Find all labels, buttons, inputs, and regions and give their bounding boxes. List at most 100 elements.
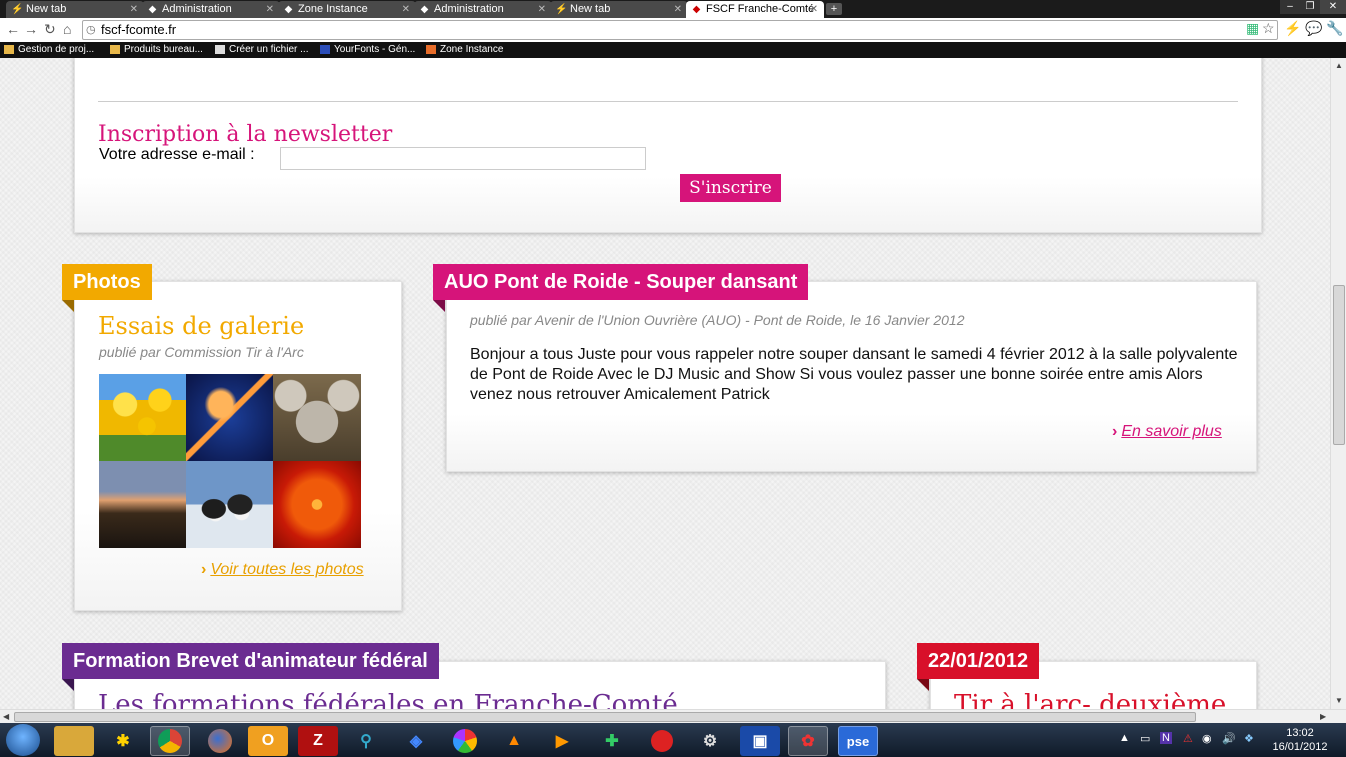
new-tab-button[interactable]: + <box>826 3 842 15</box>
dropbox-icon[interactable]: ❖ <box>1244 732 1254 745</box>
app-icon[interactable]: ▣ <box>740 726 780 756</box>
bookmark-item[interactable]: Produits bureau... <box>110 42 203 58</box>
photo-thumbnail-chrysanthemum[interactable] <box>273 461 361 548</box>
picasa-logo-icon <box>453 729 477 753</box>
close-tab-icon[interactable]: ✕ <box>810 1 818 18</box>
bookmarks-bar: Gestion de proj... Produits bureau... Cr… <box>0 42 1346 58</box>
chrome-icon[interactable] <box>150 726 190 756</box>
volume-icon[interactable]: 🔊 <box>1222 732 1236 745</box>
outlook-icon[interactable]: O <box>248 726 288 756</box>
picasa-icon[interactable] <box>445 726 485 756</box>
document-icon <box>215 45 225 54</box>
gallery-byline: publié par Commission Tir à l'Arc <box>99 344 304 360</box>
scroll-down-icon[interactable]: ▼ <box>1335 696 1343 705</box>
app-icon[interactable]: ✚ <box>592 726 632 756</box>
photos-ribbon: Photos <box>62 264 152 300</box>
home-icon[interactable]: ⌂ <box>63 21 71 37</box>
event-title[interactable]: Tir à l'arc- deuxième <box>954 690 1226 709</box>
photo-grid <box>99 374 361 548</box>
bookmark-item[interactable]: Zone Instance <box>426 42 503 58</box>
media-player-icon[interactable]: ▶ <box>542 726 582 756</box>
ribbon-fold <box>917 679 929 691</box>
antivirus-icon[interactable]: ⚠ <box>1183 732 1193 745</box>
chevron-right-icon: › <box>201 561 207 578</box>
close-tab-icon[interactable]: ✕ <box>266 1 274 18</box>
close-tab-icon[interactable]: ✕ <box>674 1 682 18</box>
ribbon-fold <box>433 300 445 312</box>
firefox-icon[interactable] <box>200 726 240 756</box>
email-field[interactable] <box>280 147 646 170</box>
back-arrow-icon[interactable]: ← <box>6 21 20 37</box>
chat-bubble-icon[interactable]: 💬 <box>1305 20 1322 37</box>
app-icon[interactable]: ⚙ <box>690 726 730 756</box>
photo-thumbnail-koala[interactable] <box>273 374 361 461</box>
app-icon[interactable]: ✿ <box>788 726 828 756</box>
tab-favicon-icon: ⚡ <box>555 4 568 15</box>
email-label: Votre adresse e-mail : <box>99 146 255 163</box>
formation-ribbon[interactable]: Formation Brevet d'animateur fédéral <box>62 643 439 679</box>
close-tab-icon[interactable]: ✕ <box>402 1 410 18</box>
restore-icon[interactable]: ❐ <box>1300 0 1320 14</box>
formation-title[interactable]: Les formations fédérales en Franche-Comt… <box>98 690 678 709</box>
forward-arrow-icon[interactable]: → <box>24 21 38 37</box>
read-more-link[interactable]: › En savoir plus <box>1112 423 1222 441</box>
article-byline: publié par Avenir de l'Union Ouvrière (A… <box>470 312 965 328</box>
network-icon[interactable]: ◉ <box>1202 732 1212 745</box>
close-tab-icon[interactable]: ✕ <box>538 1 546 18</box>
all-photos-link[interactable]: › Voir toutes les photos <box>201 561 364 579</box>
horizontal-scrollbar[interactable]: ◀ ▶ <box>0 709 1346 723</box>
system-clock[interactable]: 13:02 16/01/2012 <box>1270 726 1330 754</box>
app-icon[interactable] <box>642 726 682 756</box>
reload-icon[interactable]: ↻ <box>44 21 56 38</box>
translate-icon[interactable]: ▦ <box>1246 20 1259 37</box>
divider <box>98 101 1238 102</box>
browser-tab[interactable]: ⚡ New tab ✕ <box>550 1 688 18</box>
folder-icon <box>4 45 14 54</box>
close-tab-icon[interactable]: ✕ <box>130 1 138 18</box>
vlc-icon[interactable]: ▲ <box>494 726 534 756</box>
bookmark-item[interactable]: Gestion de proj... <box>4 42 94 58</box>
browser-tab[interactable]: ◆ Zone Instance ✕ <box>278 1 416 18</box>
bookmark-item[interactable]: YourFonts - Gén... <box>320 42 415 58</box>
photo-thumbnail-penguins[interactable] <box>186 461 273 548</box>
scroll-left-icon[interactable]: ◀ <box>3 712 9 721</box>
browser-tab[interactable]: ⚡ New tab ✕ <box>6 1 144 18</box>
app-icon[interactable]: ⚲ <box>346 726 386 756</box>
paint-icon[interactable]: ✱ <box>103 726 143 756</box>
photoshop-elements-icon[interactable]: pse <box>838 726 878 756</box>
onenote-icon[interactable]: N <box>1160 732 1172 744</box>
newsletter-title: Inscription à la newsletter <box>98 122 393 147</box>
tray-icon[interactable]: ▭ <box>1140 732 1150 745</box>
bookmark-star-icon[interactable]: ☆ <box>1262 20 1275 37</box>
photo-thumbnail-tulips[interactable] <box>99 374 186 461</box>
filezilla-icon[interactable]: Z <box>298 726 338 756</box>
browser-tab-active[interactable]: ◆ FSCF Franche-Comté ✕ <box>686 1 824 18</box>
horizontal-scroll-thumb[interactable] <box>14 712 1196 722</box>
scroll-right-icon[interactable]: ▶ <box>1320 712 1326 721</box>
scroll-up-icon[interactable]: ▲ <box>1335 61 1343 70</box>
extension-icon[interactable]: ⚡ <box>1284 20 1301 37</box>
ribbon-fold <box>62 300 74 312</box>
article-ribbon[interactable]: AUO Pont de Roide - Souper dansant <box>433 264 809 300</box>
bookmark-item[interactable]: Créer un fichier ... <box>215 42 308 58</box>
close-window-icon[interactable]: ✕ <box>1320 0 1346 14</box>
tab-favicon-icon: ◆ <box>420 4 429 15</box>
explorer-icon[interactable] <box>54 726 94 756</box>
photo-thumbnail-jellyfish[interactable] <box>186 374 273 461</box>
subscribe-button[interactable]: S'inscrire <box>680 174 781 202</box>
show-hidden-icons-icon[interactable]: ▲ <box>1119 732 1130 744</box>
gallery-title[interactable]: Essais de galerie <box>98 312 304 340</box>
minimize-icon[interactable]: – <box>1280 0 1300 14</box>
tab-favicon-icon: ◆ <box>284 4 293 15</box>
vertical-scrollbar[interactable]: ▲ ▼ <box>1330 58 1346 709</box>
app-icon[interactable]: ◈ <box>396 726 436 756</box>
event-date-ribbon: 22/01/2012 <box>917 643 1040 679</box>
address-bar[interactable]: ◷ fscf-fcomte.fr <box>82 20 1278 40</box>
browser-tab[interactable]: ◆ Administration ✕ <box>414 1 552 18</box>
wrench-icon[interactable]: 🔧 <box>1326 20 1343 37</box>
ribbon-fold <box>62 679 74 691</box>
browser-tab[interactable]: ◆ Administration ✕ <box>142 1 280 18</box>
vertical-scroll-thumb[interactable] <box>1333 285 1345 445</box>
start-button[interactable] <box>6 724 40 756</box>
photo-thumbnail-lighthouse[interactable] <box>99 461 186 548</box>
